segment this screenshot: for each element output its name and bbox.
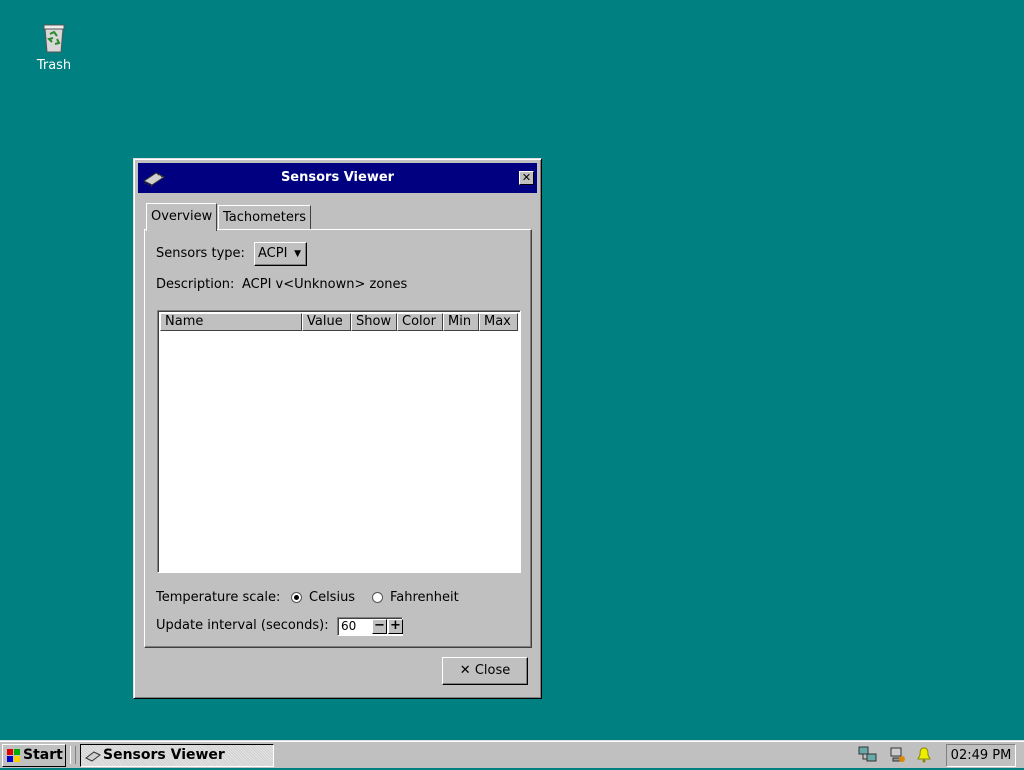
window-title: Sensors Viewer	[280, 170, 395, 185]
tab-label: Overview	[151, 209, 213, 224]
network-icon[interactable]	[858, 746, 878, 768]
title-bar[interactable]: Sensors Viewer ✕	[138, 163, 537, 193]
fahrenheit-label[interactable]: Fahrenheit	[390, 590, 459, 605]
trash-icon	[43, 24, 65, 53]
close-icon: ✕	[521, 171, 532, 184]
bell-icon[interactable]	[916, 746, 932, 768]
chevron-down-icon: ▼	[294, 249, 301, 259]
increment-button[interactable]: +	[388, 619, 403, 634]
desktop-icon-label: Trash	[36, 58, 72, 73]
column-header-show[interactable]: Show	[351, 313, 397, 331]
temperature-scale-label: Temperature scale:	[156, 590, 281, 605]
column-header-max[interactable]: Max	[479, 313, 518, 331]
network-status-icon[interactable]	[888, 746, 906, 768]
tab-label: Tachometers	[223, 210, 306, 225]
celsius-label[interactable]: Celsius	[309, 590, 355, 605]
close-button[interactable]: ✕ Close	[442, 657, 528, 685]
sensors-type-select[interactable]: ACPI ▼	[254, 242, 307, 266]
close-button-label: Close	[474, 663, 511, 678]
column-header-name[interactable]: Name	[160, 313, 302, 331]
table-header: Name Value Show Color Min Max	[160, 313, 518, 331]
close-icon: ✕	[459, 663, 471, 678]
sensors-type-label: Sensors type:	[156, 246, 245, 261]
clock[interactable]: 02:49 PM	[946, 744, 1016, 767]
celsius-radio[interactable]	[291, 592, 302, 603]
clock-time: 02:49 PM	[950, 748, 1012, 763]
decrement-button[interactable]: −	[372, 619, 387, 634]
taskbar-handle[interactable]	[70, 746, 76, 764]
minus-icon: −	[374, 618, 385, 633]
column-header-color[interactable]: Color	[397, 313, 443, 331]
start-flag-icon	[7, 749, 21, 770]
desktop-icon-trash[interactable]: Trash	[24, 22, 84, 73]
taskbar: Start Sensors Viewer 02:49 PM	[0, 740, 1024, 768]
description-label: Description:	[156, 277, 235, 292]
plus-icon: +	[390, 618, 401, 633]
chip-icon	[85, 749, 101, 770]
start-button[interactable]: Start	[2, 744, 66, 767]
tab-tachometers[interactable]: Tachometers	[218, 205, 311, 230]
update-interval-label: Update interval (seconds):	[156, 618, 329, 633]
taskbar-item-sensors-viewer[interactable]: Sensors Viewer	[80, 744, 274, 767]
sensors-type-value: ACPI	[258, 246, 288, 261]
taskbar-item-label: Sensors Viewer	[103, 747, 225, 763]
sensors-viewer-window: Sensors Viewer ✕ Overview Tachometers Se…	[133, 158, 542, 699]
sensors-table[interactable]: Name Value Show Color Min Max	[157, 310, 521, 573]
title-close-button[interactable]: ✕	[519, 171, 534, 185]
start-label: Start	[23, 747, 63, 763]
fahrenheit-radio[interactable]	[372, 592, 383, 603]
column-header-value[interactable]: Value	[302, 313, 351, 331]
update-interval-value: 60	[341, 619, 357, 633]
column-header-min[interactable]: Min	[443, 313, 479, 331]
tab-overview[interactable]: Overview	[146, 203, 218, 231]
description-value: ACPI v<Unknown> zones	[242, 277, 408, 292]
